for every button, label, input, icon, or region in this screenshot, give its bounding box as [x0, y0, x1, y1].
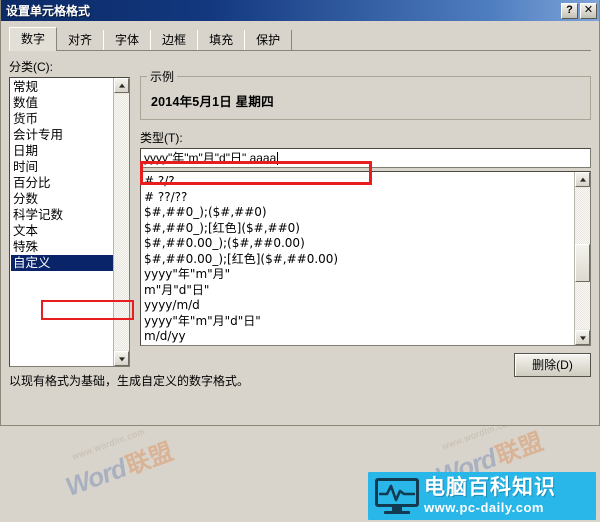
sample-group: 示例 2014年5月1日 星期四 — [140, 68, 591, 120]
watermark-brand-cn: 联盟 — [122, 438, 177, 481]
category-item[interactable]: 会计专用 — [11, 127, 113, 143]
tab-border[interactable]: 边框 — [150, 30, 199, 51]
type-input-value: yyyy"年"m"月"d"日" aaaa — [144, 151, 277, 165]
close-icon[interactable]: ✕ — [580, 2, 597, 19]
scroll-down-icon[interactable] — [114, 351, 129, 366]
format-code-listbox[interactable]: # ?/? # ??/?? $#,##0_);($#,##0) $#,##0_)… — [140, 171, 591, 346]
list-item[interactable]: m"月"d"日" — [144, 283, 574, 299]
scrollbar-thumb[interactable] — [575, 244, 590, 282]
type-label: 类型(T): — [140, 131, 183, 145]
category-item[interactable]: 货币 — [11, 111, 113, 127]
watermark-brand-word: Word — [61, 452, 130, 502]
site-logo-text: 电脑百科知识 www.pc-daily.com — [424, 476, 596, 516]
category-listbox[interactable]: 常规 数值 货币 会计专用 日期 时间 百分比 分数 科学记数 文本 特殊 自定… — [9, 77, 130, 367]
tab-underline — [9, 50, 591, 51]
watermark-bottom-left: www.wordlm.com Word联盟 — [60, 426, 177, 503]
help-icon[interactable]: ? — [561, 2, 578, 19]
category-item[interactable]: 百分比 — [11, 175, 113, 191]
window-title: 设置单元格格式 — [6, 4, 91, 18]
list-item[interactable]: # ??/?? — [144, 190, 574, 206]
list-item[interactable]: m/d/yy — [144, 329, 574, 345]
category-item[interactable]: 特殊 — [11, 239, 113, 255]
category-item[interactable]: 科学记数 — [11, 207, 113, 223]
site-url: www.pc-daily.com — [424, 500, 544, 515]
monitor-pulse-icon — [375, 478, 419, 514]
category-item[interactable]: 数值 — [11, 95, 113, 111]
delete-button[interactable]: 删除(D) — [514, 353, 591, 377]
category-item[interactable]: 文本 — [11, 223, 113, 239]
scroll-up-icon[interactable] — [114, 78, 129, 93]
tab-protection[interactable]: 保护 — [244, 30, 293, 51]
tab-fill[interactable]: 填充 — [197, 30, 246, 51]
list-item[interactable]: $#,##0.00_);($#,##0.00) — [144, 236, 574, 252]
category-item[interactable]: 分数 — [11, 191, 113, 207]
site-name: 电脑百科知识 — [424, 476, 556, 499]
text-caret — [277, 151, 279, 165]
tab-alignment[interactable]: 对齐 — [56, 30, 105, 51]
tab-strip: 数字 对齐 字体 边框 填充 保护 — [9, 27, 591, 51]
category-label: 分类(C): — [9, 60, 53, 74]
sample-legend: 示例 — [150, 70, 175, 84]
format-code-scrollbar[interactable] — [574, 172, 590, 345]
category-items: 常规 数值 货币 会计专用 日期 时间 百分比 分数 科学记数 文本 特殊 自定… — [10, 78, 113, 271]
titlebar: 设置单元格格式 ? ✕ — [1, 0, 599, 21]
dialog-body: 分类(C): 常规 数值 货币 会计专用 日期 时间 百分比 分数 科学记数 文… — [9, 58, 591, 419]
list-item[interactable]: yyyy"年"m"月" — [144, 267, 574, 283]
description-text: 以现有格式为基础，生成自定义的数字格式。 — [9, 374, 250, 388]
category-scrollbar-track[interactable] — [114, 94, 129, 350]
titlebar-buttons: ? ✕ — [561, 2, 597, 19]
category-scrollbar[interactable] — [113, 78, 129, 366]
sample-value: 2014年5月1日 星期四 — [151, 95, 274, 109]
list-item[interactable]: $#,##0_);($#,##0) — [144, 205, 574, 221]
tab-font[interactable]: 字体 — [103, 30, 152, 51]
format-cells-dialog: 设置单元格格式 ? ✕ 数字 对齐 字体 边框 填充 保护 分类(C): 常规 … — [0, 0, 600, 426]
tab-number[interactable]: 数字 — [9, 27, 58, 51]
category-item[interactable]: 日期 — [11, 143, 113, 159]
list-item[interactable]: $#,##0.00_);[红色]($#,##0.00) — [144, 252, 574, 268]
type-input[interactable]: yyyy"年"m"月"d"日" aaaa — [140, 148, 591, 168]
scroll-down-icon[interactable] — [575, 330, 590, 345]
category-item[interactable]: 常规 — [11, 79, 113, 95]
watermark-brand-cn: 联盟 — [492, 428, 547, 471]
list-item[interactable]: # ?/? — [144, 174, 574, 190]
category-item-selected[interactable]: 自定义 — [11, 255, 113, 271]
category-section: 分类(C): 常规 数值 货币 会计专用 日期 时间 百分比 分数 科学记数 文… — [9, 58, 130, 367]
list-item[interactable]: $#,##0_);[红色]($#,##0) — [144, 221, 574, 237]
site-logo: 电脑百科知识 www.pc-daily.com — [368, 472, 596, 520]
list-item[interactable]: yyyy/m/d — [144, 298, 574, 314]
watermark-url: www.wordlm.com — [70, 425, 147, 462]
list-item[interactable]: yyyy"年"m"月"d"日" — [144, 314, 574, 330]
category-item[interactable]: 时间 — [11, 159, 113, 175]
format-pane: 示例 2014年5月1日 星期四 类型(T): yyyy"年"m"月"d"日" … — [140, 58, 591, 377]
scroll-up-icon[interactable] — [575, 172, 590, 187]
format-code-items: # ?/? # ??/?? $#,##0_);($#,##0) $#,##0_)… — [141, 172, 574, 345]
